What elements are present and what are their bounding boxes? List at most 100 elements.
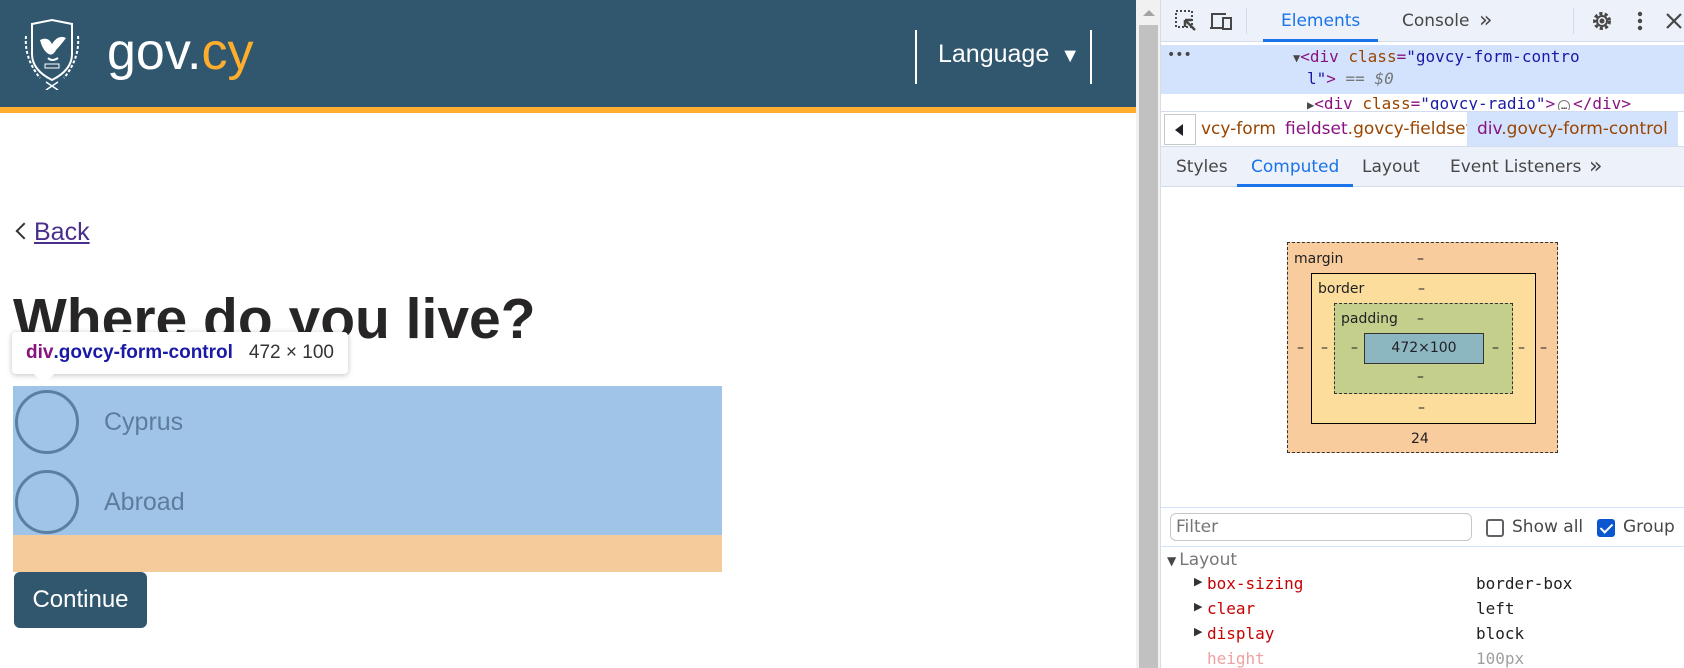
crumb-tag: div: [1477, 119, 1502, 139]
property-name: clear: [1207, 599, 1256, 618]
dom-line-selected[interactable]: ▼<div class="govcy-form-contro: [1293, 47, 1580, 66]
tooltip-class: .govcy-form-control: [53, 342, 233, 363]
dom-eq: =: [1396, 47, 1407, 66]
dom-tag: <div: [1314, 94, 1353, 110]
radio-button[interactable]: [15, 470, 79, 534]
margin-right-value[interactable]: –: [1540, 340, 1547, 356]
close-devtools-icon[interactable]: [1661, 8, 1684, 34]
dom-attr-name: class: [1348, 47, 1397, 66]
scroll-up-arrow-icon[interactable]: [1143, 10, 1155, 16]
show-all-checkbox[interactable]: [1486, 519, 1504, 537]
back-link-container: Back: [12, 218, 90, 247]
tab-computed[interactable]: Computed: [1237, 147, 1354, 187]
breadcrumb-item[interactable]: fieldset.govcy-fieldset: [1285, 112, 1472, 146]
border-left-value[interactable]: –: [1321, 340, 1328, 356]
section-label: Layout: [1179, 550, 1238, 570]
brand-suffix: cy: [201, 23, 254, 81]
border-label: border: [1318, 281, 1365, 297]
margin-label: margin: [1294, 251, 1344, 267]
group-label[interactable]: Group: [1623, 517, 1675, 537]
scrollbar-thumb[interactable]: [1139, 25, 1158, 668]
chevron-left-icon: [15, 222, 33, 240]
tab-elements[interactable]: Elements: [1263, 0, 1379, 42]
dom-tag-end: </div>: [1573, 94, 1631, 110]
expand-triangle-icon[interactable]: ▶: [1194, 600, 1202, 613]
gov-cy-wordmark[interactable]: gov.cy: [107, 22, 253, 82]
radio-label[interactable]: Abroad: [104, 488, 185, 517]
more-options-kebab-icon[interactable]: [1627, 8, 1653, 34]
dom-attr-value: "govcy-radio": [1420, 94, 1546, 110]
breadcrumb-item-selected[interactable]: div.govcy-form-control: [1467, 112, 1678, 146]
language-menu-button[interactable]: Language ▼: [938, 40, 1080, 69]
node-actions-dots-icon[interactable]: •••: [1167, 47, 1192, 63]
settings-gear-icon[interactable]: [1589, 8, 1615, 34]
padding-top-value[interactable]: –: [1417, 311, 1424, 327]
box-model-content[interactable]: 472×100: [1364, 333, 1484, 364]
dom-selected-marker: == $0: [1345, 69, 1394, 88]
web-page: gov.cy Language ▼ Back Where do you live…: [0, 0, 1136, 668]
margin-bottom-value[interactable]: 24: [1411, 431, 1429, 447]
property-row[interactable]: ▶ display block: [1161, 624, 1684, 649]
expand-triangle-icon[interactable]: ▶: [1194, 575, 1202, 588]
filter-input[interactable]: [1170, 513, 1472, 541]
border-bottom-value[interactable]: –: [1418, 400, 1425, 416]
section-layout-header[interactable]: ▼ Layout: [1167, 550, 1237, 570]
property-value: 100px: [1476, 649, 1525, 668]
group-checkbox[interactable]: [1597, 519, 1615, 537]
property-row[interactable]: ▶ clear left: [1161, 599, 1684, 624]
tab-event-listeners[interactable]: Event Listeners: [1437, 147, 1594, 187]
radio-button[interactable]: [15, 390, 79, 454]
back-link[interactable]: Back: [34, 218, 90, 246]
radio-option-cyprus[interactable]: Cyprus: [13, 386, 722, 461]
devtools-panel: Elements Console » ••• ▼<div class="govc…: [1161, 0, 1684, 668]
border-right-value[interactable]: –: [1518, 340, 1525, 356]
dom-tag-close: >: [1326, 69, 1336, 88]
collapse-triangle-icon[interactable]: ▼: [1167, 554, 1176, 568]
tab-styles[interactable]: Styles: [1161, 147, 1243, 187]
site-header: gov.cy Language ▼: [0, 0, 1136, 113]
dom-line-selected-cont[interactable]: l"> == $0: [1307, 69, 1394, 88]
tab-console[interactable]: Console: [1388, 0, 1484, 42]
border-top-value[interactable]: –: [1418, 281, 1425, 297]
margin-top-value[interactable]: –: [1417, 251, 1424, 267]
property-row[interactable]: ▶ box-sizing border-box: [1161, 574, 1684, 599]
show-all-label[interactable]: Show all: [1512, 517, 1583, 537]
padding-bottom-value[interactable]: –: [1417, 369, 1424, 385]
box-model-margin[interactable]: margin – – – 24 border – – – – padding –…: [1287, 242, 1558, 453]
toolbar-separator: [1573, 8, 1574, 34]
padding-left-value[interactable]: –: [1351, 340, 1358, 356]
crumb-tag: fieldset: [1285, 119, 1348, 139]
expand-triangle-icon[interactable]: ▶: [1194, 625, 1202, 638]
crumb-class: .govcy-fieldset: [1347, 119, 1473, 139]
radio-label[interactable]: Cyprus: [104, 408, 183, 437]
inspect-element-icon[interactable]: [1173, 8, 1199, 34]
continue-button[interactable]: Continue: [14, 572, 147, 628]
padding-right-value[interactable]: –: [1492, 340, 1499, 356]
radio-option-abroad[interactable]: Abroad: [13, 470, 722, 545]
dom-line-radio[interactable]: ▶<div class="govcy-radio">… </div>: [1307, 94, 1631, 110]
dom-attr-name: class: [1362, 94, 1411, 110]
page-scrollbar[interactable]: [1136, 0, 1161, 668]
cyprus-crest-logo[interactable]: [18, 18, 86, 90]
collapsed-content-ellipsis[interactable]: …: [1558, 100, 1571, 110]
breadcrumb-item[interactable]: vcy-form: [1201, 112, 1276, 146]
property-name: display: [1207, 624, 1275, 643]
tooltip-dimensions: 472 × 100: [248, 342, 334, 363]
more-subtabs-icon[interactable]: »: [1589, 147, 1602, 187]
caret-down-icon: ▼: [1060, 45, 1080, 67]
property-name: height: [1207, 649, 1265, 668]
breadcrumb-scroll-left-icon[interactable]: [1164, 114, 1196, 145]
tab-layout[interactable]: Layout: [1349, 147, 1433, 187]
tooltip-tag: div: [26, 342, 54, 363]
device-toolbar-icon[interactable]: [1208, 8, 1234, 34]
breadcrumb: vcy-form fieldset.govcy-fieldset div.gov…: [1161, 111, 1684, 147]
property-row[interactable]: height 100px: [1161, 649, 1684, 668]
margin-left-value[interactable]: –: [1297, 340, 1304, 356]
divider: [915, 30, 917, 84]
tooltip-arrow: [34, 374, 54, 384]
property-value: border-box: [1476, 574, 1573, 593]
more-tabs-icon[interactable]: »: [1479, 0, 1492, 42]
dom-tree: ••• ▼<div class="govcy-form-contro l"> =…: [1161, 43, 1684, 111]
toolbar-separator: [1246, 8, 1247, 34]
divider: [1090, 30, 1092, 84]
